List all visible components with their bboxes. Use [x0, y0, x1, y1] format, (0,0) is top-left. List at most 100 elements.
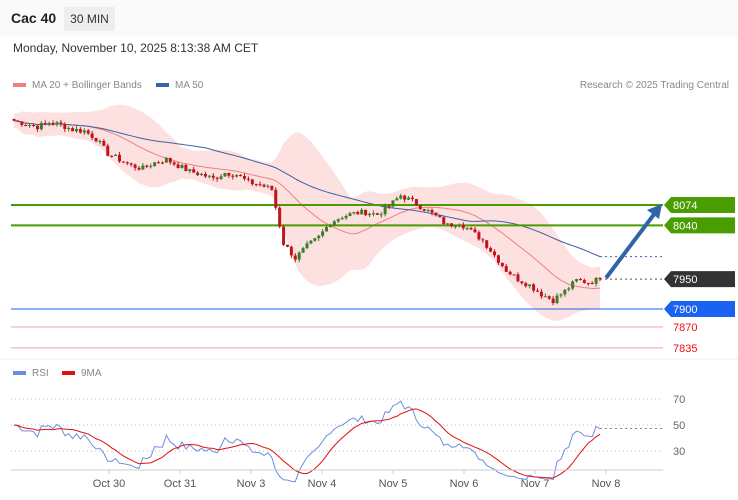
candle-body	[35, 125, 39, 130]
candle-body	[489, 247, 493, 252]
candle-body	[418, 205, 422, 210]
x-tick-label: Nov 3	[237, 478, 266, 490]
candle	[285, 244, 289, 248]
forecast-arrow	[604, 211, 657, 280]
candle-body	[500, 262, 504, 267]
candle-body	[477, 232, 481, 240]
candle-body	[364, 209, 368, 216]
candle	[364, 209, 368, 217]
candle-body	[200, 173, 204, 176]
level-label-7835: 7835	[673, 343, 697, 355]
candle-body	[71, 128, 75, 132]
candle-body	[82, 130, 86, 133]
level-label-7870: 7870	[673, 322, 697, 334]
candle-body	[371, 213, 375, 215]
candle-body	[266, 185, 270, 187]
candle	[414, 199, 418, 206]
candle	[278, 206, 282, 229]
candle-body	[168, 157, 172, 163]
candle-body	[293, 255, 297, 260]
candle-body	[559, 294, 563, 296]
candle-body	[215, 177, 219, 179]
candle-body	[59, 122, 63, 124]
candle-body	[426, 209, 430, 211]
candle-body	[496, 255, 500, 263]
candle-body	[145, 165, 149, 167]
candle-body	[481, 239, 485, 241]
level-label-8074: 8074	[673, 200, 697, 212]
candle-body	[403, 195, 407, 200]
candle-body	[379, 214, 383, 216]
candle-body	[289, 246, 293, 256]
candle-body	[512, 274, 516, 276]
candle-body	[117, 154, 121, 162]
candle-body	[407, 197, 411, 200]
candle-body	[446, 223, 450, 225]
candle-body	[360, 209, 364, 215]
candle-body	[180, 164, 184, 169]
candle-body	[78, 129, 82, 133]
candle-body	[227, 173, 231, 176]
candle-body	[184, 164, 188, 172]
candle-body	[125, 162, 129, 164]
candle-body	[598, 277, 602, 280]
candle-body	[51, 123, 55, 125]
candle-body	[571, 281, 575, 289]
candle-body	[508, 271, 512, 275]
candle-body	[160, 162, 164, 164]
candle-body	[332, 221, 336, 226]
candle-body	[188, 169, 192, 172]
candle-body	[516, 274, 520, 282]
candle-body	[543, 296, 547, 298]
level-label-7950: 7950	[673, 274, 697, 286]
level-label-7900: 7900	[673, 304, 697, 316]
candle-body	[32, 125, 36, 127]
candle-body	[203, 173, 207, 177]
candle-body	[28, 125, 32, 127]
candle-body	[442, 217, 446, 224]
candle-body	[532, 284, 536, 291]
candle-body	[450, 223, 454, 227]
candle-body	[485, 240, 489, 248]
candle-body	[395, 198, 399, 201]
candle-body	[504, 266, 508, 272]
candle-body	[356, 211, 360, 215]
candle-body	[520, 281, 524, 284]
candle-body	[285, 244, 289, 247]
candle	[274, 187, 278, 210]
candle-body	[590, 282, 594, 284]
level-label-8040: 8040	[673, 220, 697, 232]
candle-body	[223, 173, 227, 177]
candle-body	[153, 162, 157, 167]
candle	[12, 118, 16, 121]
candle-body	[297, 252, 301, 260]
candle-body	[43, 123, 47, 125]
candle-body	[250, 179, 254, 185]
candle-body	[551, 298, 555, 304]
candle-body	[102, 140, 106, 146]
candle-body	[282, 226, 286, 245]
x-tick-label: Nov 5	[379, 478, 408, 490]
candle-body	[567, 288, 571, 290]
candle-body	[12, 118, 16, 121]
candle-body	[301, 248, 305, 253]
candle-body	[453, 226, 457, 228]
candle-body	[328, 225, 332, 227]
candle	[442, 216, 446, 225]
candle-body	[211, 175, 215, 178]
candle-body	[94, 137, 98, 142]
candle-body	[465, 228, 469, 230]
candle-body	[278, 207, 282, 227]
candle-body	[387, 206, 391, 208]
rsi-tick-50: 50	[673, 420, 685, 432]
candle-body	[563, 289, 567, 295]
candle-body	[391, 200, 395, 207]
candle-body	[473, 229, 477, 233]
candle-body	[469, 228, 473, 230]
candle-body	[434, 212, 438, 216]
x-tick-label: Nov 6	[450, 478, 479, 490]
candle-body	[90, 133, 94, 138]
candle-body	[270, 185, 274, 190]
candle-body	[141, 165, 145, 170]
candle-body	[305, 243, 309, 249]
